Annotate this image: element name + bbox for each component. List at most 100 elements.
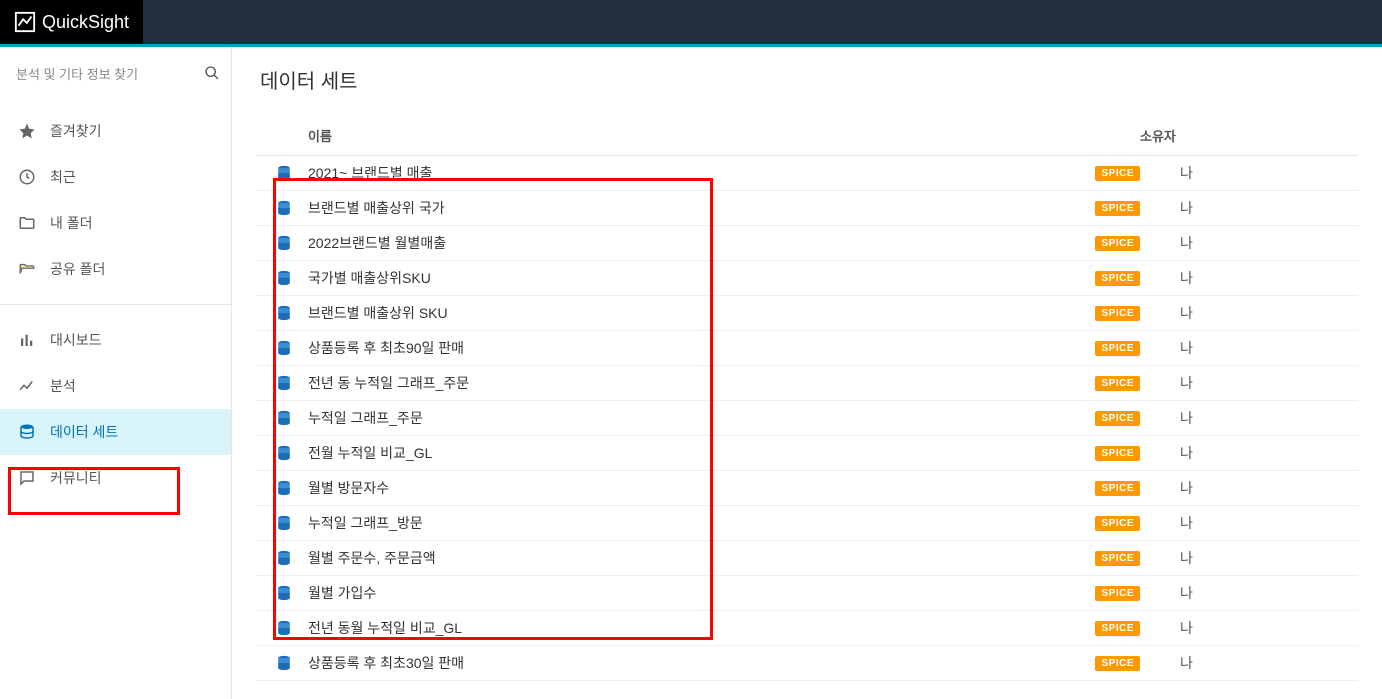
dataset-icon [274, 583, 294, 603]
dataset-row[interactable]: 상품등록 후 최초90일 판매SPICE 나 [256, 331, 1358, 366]
dataset-row[interactable]: 전년 동월 누적일 비교_GLSPICE나 [256, 611, 1358, 646]
sidebar-item-recent[interactable]: 최근 [0, 154, 231, 200]
spice-badge: SPICE [1095, 341, 1140, 356]
dataset-owner: 나 [1180, 653, 1340, 673]
dataset-owner: 나 [1180, 408, 1340, 428]
table-header: 이름 소유자 [256, 116, 1358, 156]
dataset-list: 2021~ 브랜드별 매출SPICE나브랜드별 매출상위 국가SPICE나202… [256, 156, 1358, 681]
nav-section-top: 즐겨찾기 최근 내 폴더 [0, 100, 231, 300]
sidebar-item-community[interactable]: 커뮤니티 [0, 455, 231, 501]
nav-label: 커뮤니티 [50, 468, 102, 488]
dataset-name: 브랜드별 매출상위 국가 [308, 198, 1095, 218]
spice-badge: SPICE [1095, 166, 1140, 181]
dataset-icon [274, 268, 294, 288]
dataset-owner: 나 [1180, 478, 1340, 498]
sidebar-item-my-folder[interactable]: 내 폴더 [0, 200, 231, 246]
spice-badge: SPICE [1095, 271, 1140, 286]
dataset-row[interactable]: 국가별 매출상위SKUSPICE 나 [256, 261, 1358, 296]
dataset-row[interactable]: 전월 누적일 비교_GLSPICE나 [256, 436, 1358, 471]
dataset-row[interactable]: 월별 방문자수SPICE 나 [256, 471, 1358, 506]
dataset-row[interactable]: 2022브랜드별 월별매출SPICE나 [256, 226, 1358, 261]
search-button[interactable] [202, 63, 222, 86]
folder-icon [18, 214, 36, 232]
nav-label: 최근 [50, 167, 76, 187]
nav-label: 분석 [50, 376, 76, 396]
app-logo[interactable]: QuickSight [0, 0, 143, 44]
dataset-icon [274, 373, 294, 393]
column-header-owner[interactable]: 소유자 [1140, 126, 1340, 145]
nav-label: 즐겨찾기 [50, 121, 102, 141]
sidebar-item-shared-folder[interactable]: 공유 폴더 [0, 246, 231, 292]
sidebar-item-datasets[interactable]: 데이터 세트 [0, 409, 231, 455]
clock-icon [18, 168, 36, 186]
nav-label: 데이터 세트 [50, 422, 118, 442]
dataset-icon [274, 198, 294, 218]
nav-section-bottom: 대시보드 분석 데이터 세트 [0, 309, 231, 509]
spice-badge: SPICE [1095, 306, 1140, 321]
spice-badge: SPICE [1095, 551, 1140, 566]
dataset-owner: 나 [1180, 268, 1340, 288]
dataset-row[interactable]: 월별 주문수, 주문금액SPICE 나 [256, 541, 1358, 576]
column-header-name[interactable]: 이름 [308, 126, 1140, 145]
sidebar: 즐겨찾기 최근 내 폴더 [0, 47, 232, 699]
dataset-icon [274, 513, 294, 533]
spice-badge: SPICE [1095, 481, 1140, 496]
dataset-name: 전월 누적일 비교_GL [308, 443, 1095, 463]
dataset-icon [274, 303, 294, 323]
dataset-owner: 나 [1180, 583, 1340, 603]
dataset-name: 월별 방문자수 [308, 478, 1095, 498]
dataset-row[interactable]: 월별 가입수SPICE 나 [256, 576, 1358, 611]
dataset-name: 월별 가입수 [308, 583, 1095, 603]
dataset-name: 상품등록 후 최초30일 판매 [308, 653, 1095, 673]
dataset-owner: 나 [1180, 233, 1340, 253]
dataset-icon [274, 548, 294, 568]
dataset-name: 누적일 그래프_주문 [308, 408, 1095, 428]
dataset-name: 상품등록 후 최초90일 판매 [308, 338, 1095, 358]
dataset-name: 월별 주문수, 주문금액 [308, 548, 1095, 568]
dataset-icon [274, 233, 294, 253]
dashboard-icon [18, 331, 36, 349]
dataset-owner: 나 [1180, 163, 1340, 183]
dataset-name: 2022브랜드별 월별매출 [308, 233, 1095, 253]
dataset-name: 전년 동월 누적일 비교_GL [308, 618, 1095, 638]
dataset-icon [274, 653, 294, 673]
dataset-name: 누적일 그래프_방문 [308, 513, 1095, 533]
dataset-icon [274, 443, 294, 463]
dataset-owner: 나 [1180, 303, 1340, 323]
dataset-name: 전년 동 누적일 그래프_주문 [308, 373, 1095, 393]
dataset-icon [274, 618, 294, 638]
dataset-row[interactable]: 누적일 그래프_주문SPICE 나 [256, 401, 1358, 436]
dataset-row[interactable]: 누적일 그래프_방문SPICE나 [256, 506, 1358, 541]
dataset-name: 국가별 매출상위SKU [308, 268, 1095, 288]
nav-label: 대시보드 [50, 330, 102, 350]
dataset-row[interactable]: 전년 동 누적일 그래프_주문SPICE나 [256, 366, 1358, 401]
dataset-owner: 나 [1180, 618, 1340, 638]
dataset-row[interactable]: 브랜드별 매출상위 국가SPICE나 [256, 191, 1358, 226]
dataset-owner: 나 [1180, 548, 1340, 568]
chart-line-icon [18, 377, 36, 395]
dataset-row[interactable]: 상품등록 후 최초30일 판매SPICE나 [256, 646, 1358, 681]
dataset-row[interactable]: 2021~ 브랜드별 매출SPICE나 [256, 156, 1358, 191]
nav-divider [0, 304, 231, 305]
spice-badge: SPICE [1095, 201, 1140, 216]
nav-label: 내 폴더 [50, 213, 93, 233]
sidebar-item-favorites[interactable]: 즐겨찾기 [0, 108, 231, 154]
folder-open-icon [18, 260, 36, 278]
sidebar-search [0, 47, 231, 100]
dataset-icon [274, 163, 294, 183]
dataset-icon [274, 338, 294, 358]
dataset-icon [274, 478, 294, 498]
database-icon [18, 423, 36, 441]
dataset-icon [274, 408, 294, 428]
star-icon [18, 122, 36, 140]
dataset-row[interactable]: 브랜드별 매출상위 SKUSPICE나 [256, 296, 1358, 331]
dataset-owner: 나 [1180, 338, 1340, 358]
sidebar-item-dashboards[interactable]: 대시보드 [0, 317, 231, 363]
search-input[interactable] [16, 67, 192, 82]
top-header: QuickSight [0, 0, 1382, 44]
spice-badge: SPICE [1095, 586, 1140, 601]
sidebar-item-analyses[interactable]: 분석 [0, 363, 231, 409]
spice-badge: SPICE [1095, 411, 1140, 426]
app-name: QuickSight [42, 12, 129, 33]
quicksight-logo-icon [14, 11, 36, 33]
